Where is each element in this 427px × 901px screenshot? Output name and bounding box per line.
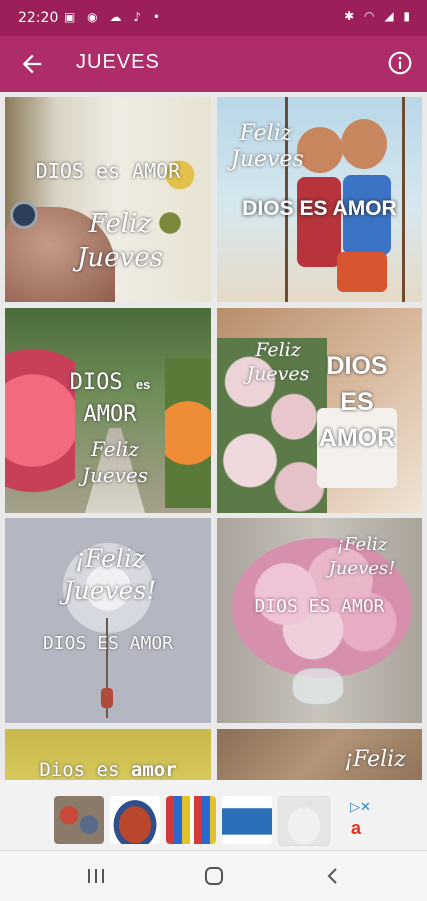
image-grid: DIOS es AMOR Feliz Jueves Feliz Jueves D… bbox=[0, 92, 427, 780]
adchoices-icon[interactable]: ▷✕ bbox=[350, 800, 371, 815]
image-caption: Dios es bbox=[39, 759, 120, 780]
app-bar: JUEVES bbox=[0, 36, 427, 92]
image-caption: DIOS ES AMOR bbox=[242, 197, 397, 220]
image-caption: Feliz bbox=[239, 121, 293, 146]
info-icon[interactable] bbox=[387, 50, 413, 76]
image-caption: ¡Feliz bbox=[336, 534, 388, 555]
image-caption: Jueves bbox=[231, 147, 304, 172]
image-caption: Jueves bbox=[246, 363, 310, 385]
page-title: JUEVES bbox=[76, 51, 160, 73]
image-tile[interactable]: ¡Feliz bbox=[217, 729, 422, 780]
wifi-icon: ◠ bbox=[364, 9, 378, 23]
dot-icon: • bbox=[152, 10, 164, 24]
image-caption: ¡Feliz bbox=[344, 747, 406, 772]
image-tile[interactable]: DIOS es AMOR Feliz Jueves bbox=[5, 97, 211, 302]
image-caption: Jueves bbox=[81, 463, 149, 487]
image-tile[interactable]: Dios es amor bbox=[5, 729, 211, 780]
gallery-icon: ▣ bbox=[64, 10, 80, 24]
image-caption: amor bbox=[130, 759, 177, 780]
image-tile[interactable]: ¡Feliz Jueves! DIOS ES AMOR bbox=[217, 518, 422, 723]
image-caption: Feliz bbox=[91, 437, 139, 461]
signal-icon: ◢ bbox=[384, 9, 397, 23]
image-caption: Jueves! bbox=[328, 558, 396, 579]
image-caption: AMOR bbox=[318, 424, 396, 452]
nav-back-icon[interactable] bbox=[325, 866, 341, 886]
image-caption: DIOS bbox=[69, 370, 123, 395]
status-bar: 22:20 ▣ ◉ ☁ ♪ • ✱ ◠ ◢ ▮ bbox=[0, 0, 427, 36]
image-tile[interactable]: Feliz Jueves DIOS ES AMOR bbox=[217, 97, 422, 302]
image-caption: ES bbox=[340, 388, 374, 416]
recent-apps-icon[interactable] bbox=[85, 867, 107, 885]
image-caption: DIOS ES AMOR bbox=[254, 596, 385, 617]
image-caption: AMOR bbox=[83, 402, 137, 427]
ad-product-image[interactable] bbox=[278, 796, 330, 846]
bluetooth-icon: ✱ bbox=[344, 9, 358, 23]
ad-product-image[interactable] bbox=[110, 796, 160, 844]
image-caption: DIOS ES AMOR bbox=[42, 633, 174, 654]
image-tile[interactable]: ¡Feliz Jueves! DIOS ES AMOR bbox=[5, 518, 211, 723]
image-tile[interactable]: Feliz Jueves DIOS ES AMOR bbox=[217, 308, 422, 513]
whatsapp-icon: ◉ bbox=[87, 10, 102, 24]
status-time: 22:20 bbox=[18, 10, 59, 26]
image-caption: Feliz bbox=[255, 339, 301, 361]
ad-banner[interactable]: ▷✕ a bbox=[0, 780, 427, 850]
image-caption: DIOS bbox=[326, 352, 388, 380]
notification-icons: ▣ ◉ ☁ ♪ • bbox=[64, 10, 164, 24]
image-caption: Jueves bbox=[77, 243, 163, 273]
image-tile[interactable]: DIOS es AMOR Feliz Jueves bbox=[5, 308, 211, 513]
battery-icon: ▮ bbox=[403, 9, 413, 23]
ad-product-image[interactable] bbox=[54, 796, 104, 844]
home-icon[interactable] bbox=[204, 866, 224, 886]
aliexpress-logo[interactable]: a bbox=[334, 818, 378, 844]
cloud-icon: ☁ bbox=[109, 10, 126, 24]
image-caption: DIOS es AMOR bbox=[35, 159, 181, 183]
ad-product-image[interactable] bbox=[166, 796, 216, 844]
back-arrow-icon[interactable] bbox=[18, 50, 46, 78]
system-icons: ✱ ◠ ◢ ▮ bbox=[344, 9, 413, 23]
system-nav-bar bbox=[0, 850, 427, 901]
ad-product-image[interactable] bbox=[222, 796, 272, 844]
mic-icon: ♪ bbox=[133, 10, 145, 24]
image-caption: es bbox=[135, 377, 151, 392]
image-caption: ¡Feliz bbox=[75, 544, 145, 573]
image-caption: Feliz bbox=[88, 209, 152, 239]
image-caption: Jueves! bbox=[63, 576, 157, 605]
